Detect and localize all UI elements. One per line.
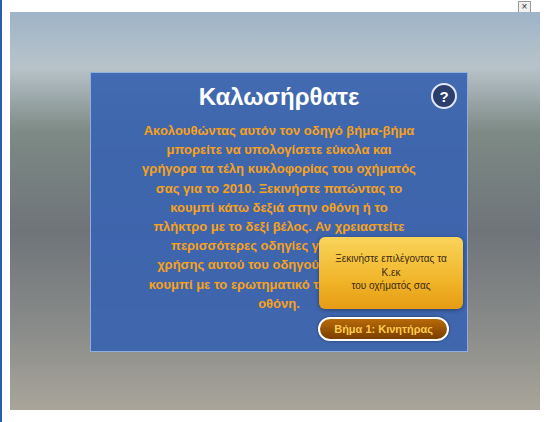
tooltip-line: Κ.εκ (382, 267, 401, 280)
button-row: Βήμα 1: Κινητήρας (99, 317, 459, 343)
app-window: × Καλωσήρθατε? Ακολουθώντας αυτόν τον οδηγ… (0, 0, 549, 422)
welcome-panel: Καλωσήρθατε? Ακολουθώντας αυτόν τον οδηγό… (90, 72, 468, 352)
instruction-line: περισσότερες οδηγίες γ (99, 236, 319, 255)
instruction-line: γρήγορα τα τέλη κυκλοφορίας του οχήματός (99, 159, 459, 178)
instruction-line: πλήκτρο με το δεξί βέλος. Αν χρειαστείτε (99, 217, 459, 236)
help-button[interactable]: ? (431, 83, 457, 109)
top-strip: × (2, 0, 549, 12)
tooltip-line: Ξεκινήστε επιλέγοντας τα (335, 253, 446, 266)
welcome-title: Καλωσήρθατε (199, 83, 360, 112)
title-row: Καλωσήρθατε? (99, 81, 459, 113)
instruction-line: χρήσης αυτού του οδηγού (99, 255, 319, 274)
instruction-line: κουμπί κάτω δεξιά στην οθόνη ή το (99, 198, 459, 217)
instruction-line: Ακολουθώντας αυτόν τον οδηγό βήμα-βήμα (99, 121, 459, 140)
instruction-line: κουμπί με το ερωτηματικό τ (99, 275, 319, 294)
hint-tooltip: Ξεκινήστε επιλέγοντας ταΚ.εκτου οχήματός… (319, 237, 463, 309)
step-button[interactable]: Βήμα 1: Κινητήρας (318, 317, 449, 341)
tooltip-line: του οχήματός σας (351, 280, 430, 293)
background-photo: Καλωσήρθατε? Ακολουθώντας αυτόν τον οδηγό… (10, 12, 540, 410)
instruction-line: σας για το 2010. Ξεκινήστε πατώντας το (99, 179, 459, 198)
instruction-line: μπορείτε να υπολογίσετε εύκολα και (99, 140, 459, 159)
